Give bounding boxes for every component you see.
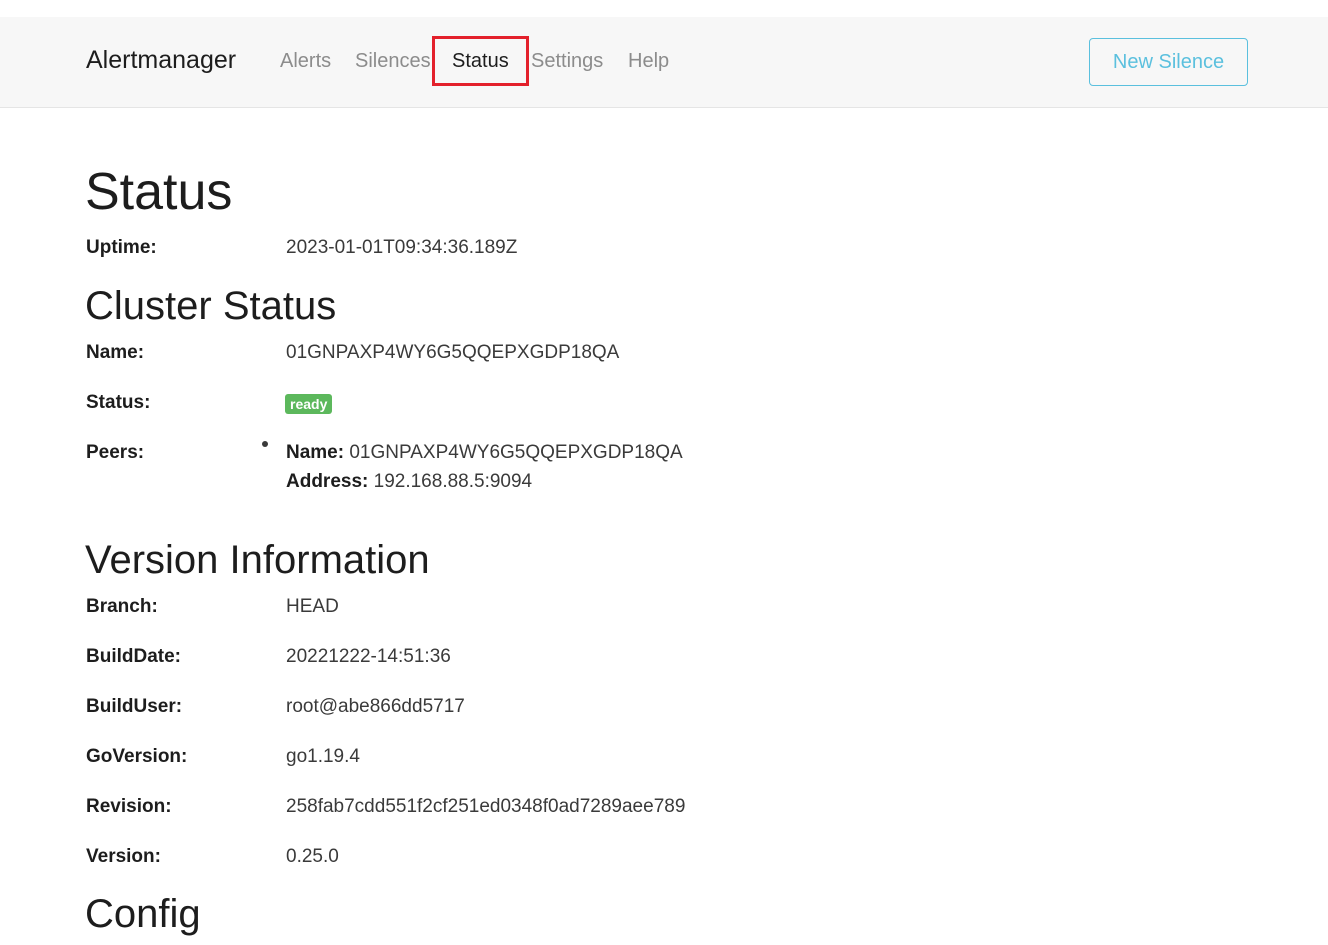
top-navbar: Alertmanager Alerts Silences Status Sett… [0, 17, 1328, 108]
nav-settings[interactable]: Settings [531, 50, 603, 73]
builddate-value: 20221222-14:51:36 [286, 646, 451, 667]
status-badge: ready [285, 394, 333, 414]
peer-name: Name: 01GNPAXP4WY6G5QQEPXGDP18QA [286, 442, 683, 464]
peer-address-key: Address: [286, 471, 369, 492]
brand-logo[interactable]: Alertmanager [86, 46, 236, 75]
peer-address: Address: 192.168.88.5:9094 [286, 471, 532, 493]
builduser-label: BuildUser: [86, 696, 183, 717]
cluster-status-label: Status: [86, 392, 151, 413]
branch-value: HEAD [286, 596, 339, 617]
uptime-value: 2023-01-01T09:34:36.189Z [286, 237, 518, 258]
cluster-name-value: 01GNPAXP4WY6G5QQEPXGDP18QA [286, 342, 620, 363]
goversion-label: GoVersion: [86, 746, 188, 767]
branch-label: Branch: [86, 596, 158, 617]
cluster-name-label: Name: [86, 342, 145, 363]
version-info-heading: Version Information [85, 538, 430, 582]
builduser-value: root@abe866dd5717 [286, 696, 465, 717]
uptime-label: Uptime: [86, 237, 157, 258]
version-label: Version: [86, 846, 161, 867]
version-value: 0.25.0 [286, 846, 339, 867]
new-silence-button[interactable]: New Silence [1089, 38, 1248, 86]
peer-name-key: Name: [286, 442, 345, 463]
page-title: Status [85, 163, 233, 221]
active-tab-highlight [432, 36, 529, 86]
nav-alerts[interactable]: Alerts [280, 50, 331, 73]
list-bullet-icon [262, 441, 268, 447]
peer-address-value: 192.168.88.5:9094 [373, 471, 533, 492]
cluster-status-heading: Cluster Status [85, 284, 337, 328]
goversion-value: go1.19.4 [286, 746, 360, 767]
revision-value: 258fab7cdd551f2cf251ed0348f0ad7289aee789 [286, 796, 686, 817]
nav-help[interactable]: Help [628, 50, 669, 73]
config-heading: Config [85, 892, 201, 936]
revision-label: Revision: [86, 796, 172, 817]
nav-silences[interactable]: Silences [355, 50, 431, 73]
peer-name-value: 01GNPAXP4WY6G5QQEPXGDP18QA [349, 442, 683, 463]
peers-label: Peers: [86, 442, 145, 463]
builddate-label: BuildDate: [86, 646, 181, 667]
